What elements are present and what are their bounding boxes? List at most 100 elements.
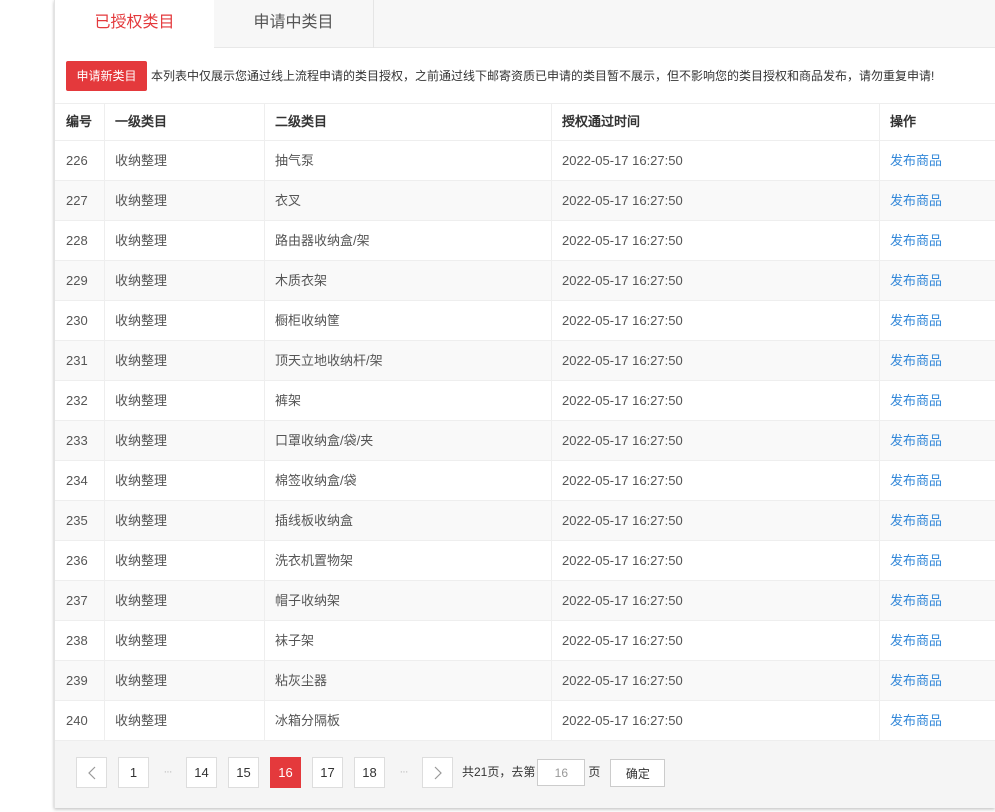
tab-pending-categories[interactable]: 申请中类目 bbox=[214, 0, 374, 48]
publish-product-link[interactable]: 发布商品 bbox=[890, 193, 942, 208]
publish-product-link[interactable]: 发布商品 bbox=[890, 673, 942, 688]
publish-product-link[interactable]: 发布商品 bbox=[890, 633, 942, 648]
publish-product-link[interactable]: 发布商品 bbox=[890, 473, 942, 488]
cell-id: 234 bbox=[55, 461, 105, 500]
cell-auth-time: 2022-05-17 16:27:50 bbox=[552, 301, 880, 340]
cell-action: 发布商品 bbox=[880, 501, 995, 540]
cell-id: 235 bbox=[55, 501, 105, 540]
page-button[interactable]: 18 bbox=[354, 757, 385, 788]
cell-level2: 洗衣机置物架 bbox=[265, 541, 552, 580]
header-level1: 一级类目 bbox=[105, 104, 265, 140]
publish-product-link[interactable]: 发布商品 bbox=[890, 513, 942, 528]
category-auth-panel: 已授权类目 申请中类目 申请新类目 本列表中仅展示您通过线上流程申请的类目授权，… bbox=[54, 0, 995, 808]
cell-id: 239 bbox=[55, 661, 105, 700]
cell-action: 发布商品 bbox=[880, 221, 995, 260]
cell-auth-time: 2022-05-17 16:27:50 bbox=[552, 181, 880, 220]
cell-id: 232 bbox=[55, 381, 105, 420]
cell-auth-time: 2022-05-17 16:27:50 bbox=[552, 341, 880, 380]
cell-auth-time: 2022-05-17 16:27:50 bbox=[552, 701, 880, 740]
publish-product-link[interactable]: 发布商品 bbox=[890, 393, 942, 408]
cell-auth-time: 2022-05-17 16:27:50 bbox=[552, 221, 880, 260]
page-button[interactable]: 15 bbox=[228, 757, 259, 788]
cell-auth-time: 2022-05-17 16:27:50 bbox=[552, 621, 880, 660]
notice-text: 本列表中仅展示您通过线上流程申请的类目授权，之前通过线下邮寄资质已申请的类目暂不… bbox=[151, 69, 935, 83]
publish-product-link[interactable]: 发布商品 bbox=[890, 433, 942, 448]
cell-id: 228 bbox=[55, 221, 105, 260]
cell-action: 发布商品 bbox=[880, 301, 995, 340]
header-id: 编号 bbox=[55, 104, 105, 140]
cell-id: 230 bbox=[55, 301, 105, 340]
cell-action: 发布商品 bbox=[880, 621, 995, 660]
chevron-right-icon bbox=[434, 766, 442, 779]
cell-action: 发布商品 bbox=[880, 421, 995, 460]
apply-new-category-button[interactable]: 申请新类目 bbox=[66, 60, 147, 91]
header-action: 操作 bbox=[890, 114, 917, 129]
cell-id: 238 bbox=[55, 621, 105, 660]
cell-id: 231 bbox=[55, 341, 105, 380]
cell-action: 发布商品 bbox=[880, 581, 995, 620]
table-row: 232 收纳整理 裤架 2022-05-17 16:27:50 发布商品 bbox=[55, 381, 995, 421]
next-page-button[interactable] bbox=[422, 757, 453, 788]
cell-level1: 收纳整理 bbox=[105, 221, 265, 260]
cell-level2: 抽气泵 bbox=[265, 141, 552, 180]
cell-action: 发布商品 bbox=[880, 541, 995, 580]
page-button[interactable]: 17 bbox=[312, 757, 343, 788]
cell-level2: 橱柜收纳筐 bbox=[265, 301, 552, 340]
confirm-goto-button[interactable]: 确定 bbox=[610, 759, 666, 787]
publish-product-link[interactable]: 发布商品 bbox=[890, 593, 942, 608]
goto-page-input[interactable] bbox=[537, 759, 586, 786]
cell-level1: 收纳整理 bbox=[105, 141, 265, 180]
cell-action: 发布商品 bbox=[880, 701, 995, 740]
total-pages-text: 共21页，去第 bbox=[462, 765, 536, 779]
publish-product-link[interactable]: 发布商品 bbox=[890, 313, 942, 328]
cell-level1: 收纳整理 bbox=[105, 341, 265, 380]
cell-level2: 袜子架 bbox=[265, 621, 552, 660]
publish-product-link[interactable]: 发布商品 bbox=[890, 713, 942, 728]
cell-level1: 收纳整理 bbox=[105, 301, 265, 340]
page-button[interactable]: 1 bbox=[118, 757, 149, 788]
cell-level1: 收纳整理 bbox=[105, 541, 265, 580]
table-row: 234 收纳整理 棉签收纳盒/袋 2022-05-17 16:27:50 发布商品 bbox=[55, 461, 995, 501]
table-row: 226 收纳整理 抽气泵 2022-05-17 16:27:50 发布商品 bbox=[55, 141, 995, 181]
cell-level1: 收纳整理 bbox=[105, 621, 265, 660]
table-row: 240 收纳整理 冰箱分隔板 2022-05-17 16:27:50 发布商品 bbox=[55, 701, 995, 741]
cell-level2: 口罩收纳盒/袋/夹 bbox=[265, 421, 552, 460]
cell-auth-time: 2022-05-17 16:27:50 bbox=[552, 501, 880, 540]
publish-product-link[interactable]: 发布商品 bbox=[890, 353, 942, 368]
cell-level1: 收纳整理 bbox=[105, 181, 265, 220]
cell-id: 236 bbox=[55, 541, 105, 580]
publish-product-link[interactable]: 发布商品 bbox=[890, 233, 942, 248]
prev-page-button[interactable] bbox=[76, 757, 107, 788]
cell-auth-time: 2022-05-17 16:27:50 bbox=[552, 261, 880, 300]
table-row: 238 收纳整理 袜子架 2022-05-17 16:27:50 发布商品 bbox=[55, 621, 995, 661]
cell-id: 229 bbox=[55, 261, 105, 300]
cell-action: 发布商品 bbox=[880, 261, 995, 300]
cell-level1: 收纳整理 bbox=[105, 501, 265, 540]
cell-id: 233 bbox=[55, 421, 105, 460]
cell-level2: 木质衣架 bbox=[265, 261, 552, 300]
tab-authorized-categories[interactable]: 已授权类目 bbox=[55, 0, 214, 48]
page-button[interactable]: 14 bbox=[186, 757, 217, 788]
page-button-current[interactable]: 16 bbox=[270, 757, 301, 788]
publish-product-link[interactable]: 发布商品 bbox=[890, 553, 942, 568]
cell-level1: 收纳整理 bbox=[105, 381, 265, 420]
publish-product-link[interactable]: 发布商品 bbox=[890, 273, 942, 288]
publish-product-link[interactable]: 发布商品 bbox=[890, 153, 942, 168]
cell-level1: 收纳整理 bbox=[105, 421, 265, 460]
table-row: 233 收纳整理 口罩收纳盒/袋/夹 2022-05-17 16:27:50 发布商品 bbox=[55, 421, 995, 461]
table-row: 228 收纳整理 路由器收纳盒/架 2022-05-17 16:27:50 发布商品 bbox=[55, 221, 995, 261]
cell-auth-time: 2022-05-17 16:27:50 bbox=[552, 581, 880, 620]
cell-level2: 插线板收纳盒 bbox=[265, 501, 552, 540]
cell-level2: 裤架 bbox=[265, 381, 552, 420]
cell-level1: 收纳整理 bbox=[105, 661, 265, 700]
table-row: 239 收纳整理 粘灰尘器 2022-05-17 16:27:50 发布商品 bbox=[55, 661, 995, 701]
cell-level1: 收纳整理 bbox=[105, 701, 265, 740]
cell-auth-time: 2022-05-17 16:27:50 bbox=[552, 661, 880, 700]
page-suffix-text: 页 bbox=[588, 765, 601, 779]
table-row: 227 收纳整理 衣叉 2022-05-17 16:27:50 发布商品 bbox=[55, 181, 995, 221]
cell-level1: 收纳整理 bbox=[105, 461, 265, 500]
cell-level2: 顶天立地收纳杆/架 bbox=[265, 341, 552, 380]
table-body: 226 收纳整理 抽气泵 2022-05-17 16:27:50 发布商品 227 收纳整理… bbox=[55, 141, 995, 741]
tab-bar: 已授权类目 申请中类目 bbox=[55, 0, 995, 48]
cell-auth-time: 2022-05-17 16:27:50 bbox=[552, 461, 880, 500]
